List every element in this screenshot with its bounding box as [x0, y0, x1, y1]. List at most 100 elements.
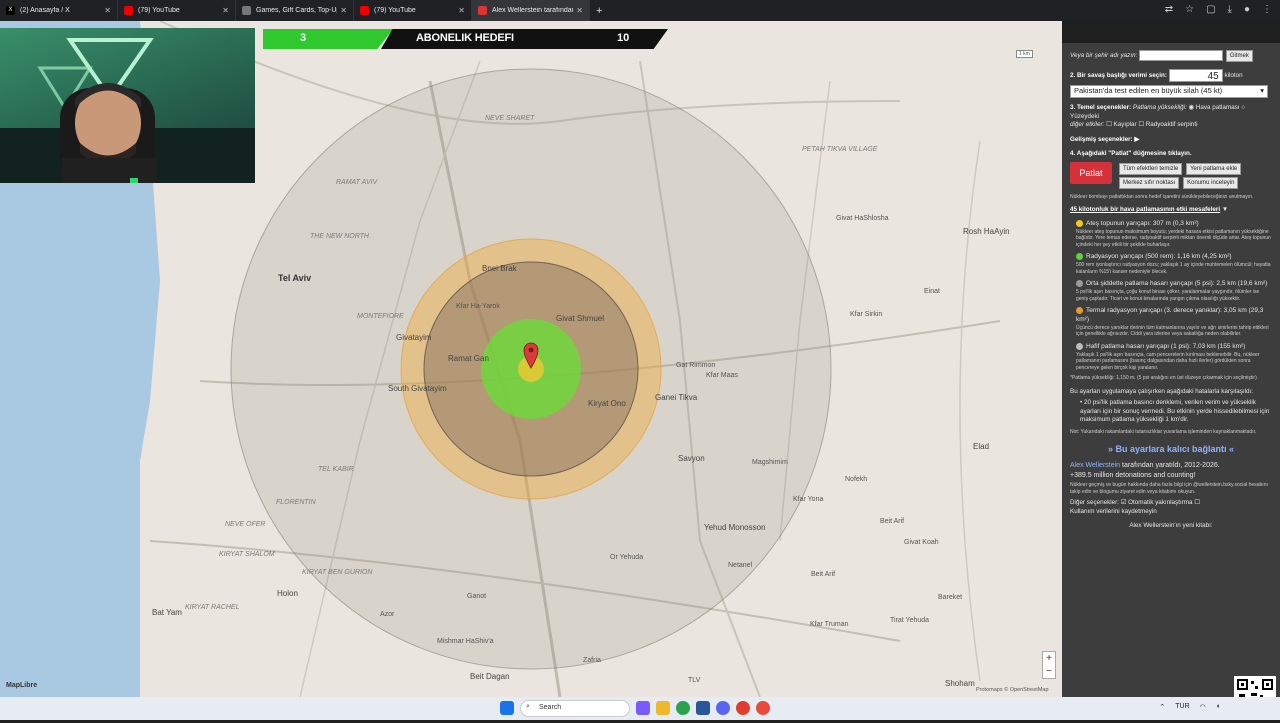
clear-effects-button[interactable]: Tüm efektleri temizle	[1119, 162, 1183, 175]
volume-icon[interactable]: ◖	[1216, 703, 1220, 711]
tab-youtube-2[interactable]: (79) YouTube ✕	[354, 0, 472, 21]
profile-icon[interactable]: ●	[1244, 4, 1250, 15]
download-icon[interactable]: ⤓	[1228, 4, 1232, 15]
yield-input[interactable]: 45	[1168, 69, 1223, 83]
preset-value: Pakistan'da test edilen en büyük silah (…	[1074, 86, 1223, 96]
place-label: Kfar Truman	[810, 621, 849, 628]
map-scale: 1 km	[1016, 50, 1033, 58]
place-label: RAMAT AVIV	[336, 179, 378, 186]
place-label: MONTEFIORE	[357, 313, 404, 320]
language-indicator[interactable]: TUR	[1175, 703, 1189, 711]
place-label: Givat Shmuel	[556, 314, 605, 323]
taskbar-search[interactable]: ⌕ Search	[520, 700, 630, 717]
inspect-location-button[interactable]: Konumu inceleyin	[1183, 176, 1239, 189]
place-label: Givat HaShlosha	[836, 215, 889, 222]
translate-icon[interactable]: ⇄	[1165, 4, 1173, 15]
close-icon[interactable]: ✕	[340, 6, 347, 15]
effect-color-dot-icon	[1076, 253, 1083, 261]
wifi-icon[interactable]: ◠	[1200, 703, 1206, 711]
effect-color-dot-icon	[1076, 342, 1083, 350]
x-icon: X	[6, 6, 15, 15]
store-icon[interactable]	[696, 701, 710, 715]
menu-icon[interactable]: ⋮	[1262, 4, 1272, 15]
detonate-button[interactable]: Patlat	[1070, 161, 1112, 184]
close-icon[interactable]: ✕	[222, 6, 229, 15]
place-label: Elad	[973, 442, 990, 451]
effect-color-dot-icon	[1076, 280, 1083, 288]
close-icon[interactable]: ✕	[104, 6, 111, 15]
yield-unit: kiloton	[1224, 72, 1243, 80]
zoom-out-button[interactable]: −	[1043, 665, 1055, 678]
place-label: Mishmar HaShiv'a	[437, 638, 494, 645]
file-explorer-icon[interactable]	[656, 701, 670, 715]
tab-label: Games, Gift Cards, Top-Ups & …	[256, 7, 337, 14]
place-label: Kiryat Ono	[588, 399, 626, 408]
place-label: Rosh HaAyin	[963, 227, 1010, 236]
nukemap-control-panel: Veya bir şehir adı yazın: Gitmek 2. Bir …	[1062, 43, 1280, 697]
tab-youtube-1[interactable]: (79) YouTube ✕	[118, 0, 236, 21]
effect-color-dot-icon	[1076, 307, 1083, 315]
place-label: Ramat Gan	[448, 354, 489, 363]
preset-select[interactable]: Pakistan'da test edilen en büyük silah (…	[1070, 85, 1268, 99]
tab-label: (79) YouTube	[374, 7, 416, 14]
effect-title: Termal radyasyon yarıçapı (3. derece yan…	[1076, 307, 1264, 324]
effect-color-dot-icon	[1076, 219, 1083, 227]
place-label: Kfar Ha-Yarok	[456, 303, 500, 310]
copilot-icon[interactable]	[636, 701, 650, 715]
obs-icon[interactable]	[736, 701, 750, 715]
effect-title: Radyasyon yarıçapı (500 rem): 1,16 km (4…	[1086, 253, 1232, 261]
place-label: Or Yehuda	[610, 554, 644, 561]
effect-title: Orta şiddette patlama hasarı yarıçapı (5…	[1086, 280, 1268, 288]
center-ground-zero-button[interactable]: Merkez sıfır noktası	[1119, 176, 1180, 189]
casualties-checkbox[interactable]: ☐	[1106, 121, 1112, 128]
save-data-checkbox[interactable]: ☐	[1194, 499, 1200, 506]
tab-label: (2) Anasayfa / X	[20, 7, 70, 14]
advanced-options-toggle[interactable]: Gelişmiş seçenekler: ▶	[1070, 136, 1139, 143]
edge-icon[interactable]	[676, 701, 690, 715]
tab-label: (79) YouTube	[138, 7, 180, 14]
youtube-icon	[124, 6, 133, 15]
start-icon[interactable]	[500, 701, 514, 715]
close-icon[interactable]: ✕	[458, 6, 465, 15]
goal-current: 3	[300, 32, 307, 44]
webcam-overlay	[0, 28, 255, 183]
fallout-label: Radyoaktif serpinti	[1145, 121, 1198, 129]
author-link[interactable]: Alex Wellerstein	[1070, 462, 1120, 469]
system-tray: ⌃ TUR ◠ ◖	[1159, 703, 1220, 711]
permalink-link[interactable]: » Bu ayarlara kalıcı bağlantı «	[1062, 443, 1280, 455]
new-tab-button[interactable]: +	[596, 5, 602, 17]
place-label: NEVE OFER	[225, 521, 266, 528]
drag-note: Nükleer bombayı patlattıktan sonra hedef…	[1070, 193, 1254, 200]
tab-games[interactable]: Games, Gift Cards, Top-Ups & …✕	[236, 0, 354, 21]
fallout-checkbox[interactable]: ☐	[1138, 121, 1144, 128]
place-label: Gat Rimmon	[676, 362, 716, 369]
chrome-icon[interactable]	[756, 701, 770, 715]
tab-x[interactable]: X (2) Anasayfa / X ✕	[0, 0, 118, 21]
airburst-radio[interactable]: ◉	[1189, 104, 1195, 111]
zoom-in-button[interactable]: +	[1043, 652, 1055, 665]
place-label: TLV	[688, 677, 701, 684]
youtube-icon	[360, 6, 369, 15]
place-label: Magshimim	[752, 459, 788, 466]
extensions-icon[interactable]: ▢	[1206, 4, 1215, 15]
place-label: PETAH TIKVA VILLAGE	[802, 146, 878, 153]
place-label: Kfar Sirkin	[850, 311, 883, 318]
city-go-button[interactable]: Gitmek	[1225, 50, 1253, 63]
auto-zoom-checkbox[interactable]: ☑	[1121, 499, 1127, 506]
tray-chevron-icon[interactable]: ⌃	[1159, 703, 1165, 711]
place-label: THE NEW NORTH	[310, 233, 369, 240]
new-detonation-button[interactable]: Yeni patlama ekle	[1186, 162, 1242, 175]
surface-radio[interactable]: ○	[1241, 104, 1245, 111]
place-label: Bat Yam	[152, 608, 182, 617]
close-icon[interactable]: ✕	[576, 6, 583, 15]
effect-item: Ateş topunun yarıçapı: 307 m (0,3 km²) Nü…	[1062, 219, 1280, 248]
city-input[interactable]	[1139, 49, 1224, 61]
discord-icon[interactable]	[716, 701, 730, 715]
goal-target: 10	[617, 32, 630, 44]
bookmark-star-icon[interactable]: ☆	[1185, 4, 1194, 15]
place-label: Bareket	[938, 594, 963, 601]
collapse-icon[interactable]: ▼	[1222, 206, 1228, 213]
tab-nukemap[interactable]: Alex Wellerstein tarafından haz…✕	[472, 0, 590, 21]
place-label: Tirat Yehuda	[890, 617, 930, 624]
place-label: NEVE SHARET	[485, 115, 535, 122]
